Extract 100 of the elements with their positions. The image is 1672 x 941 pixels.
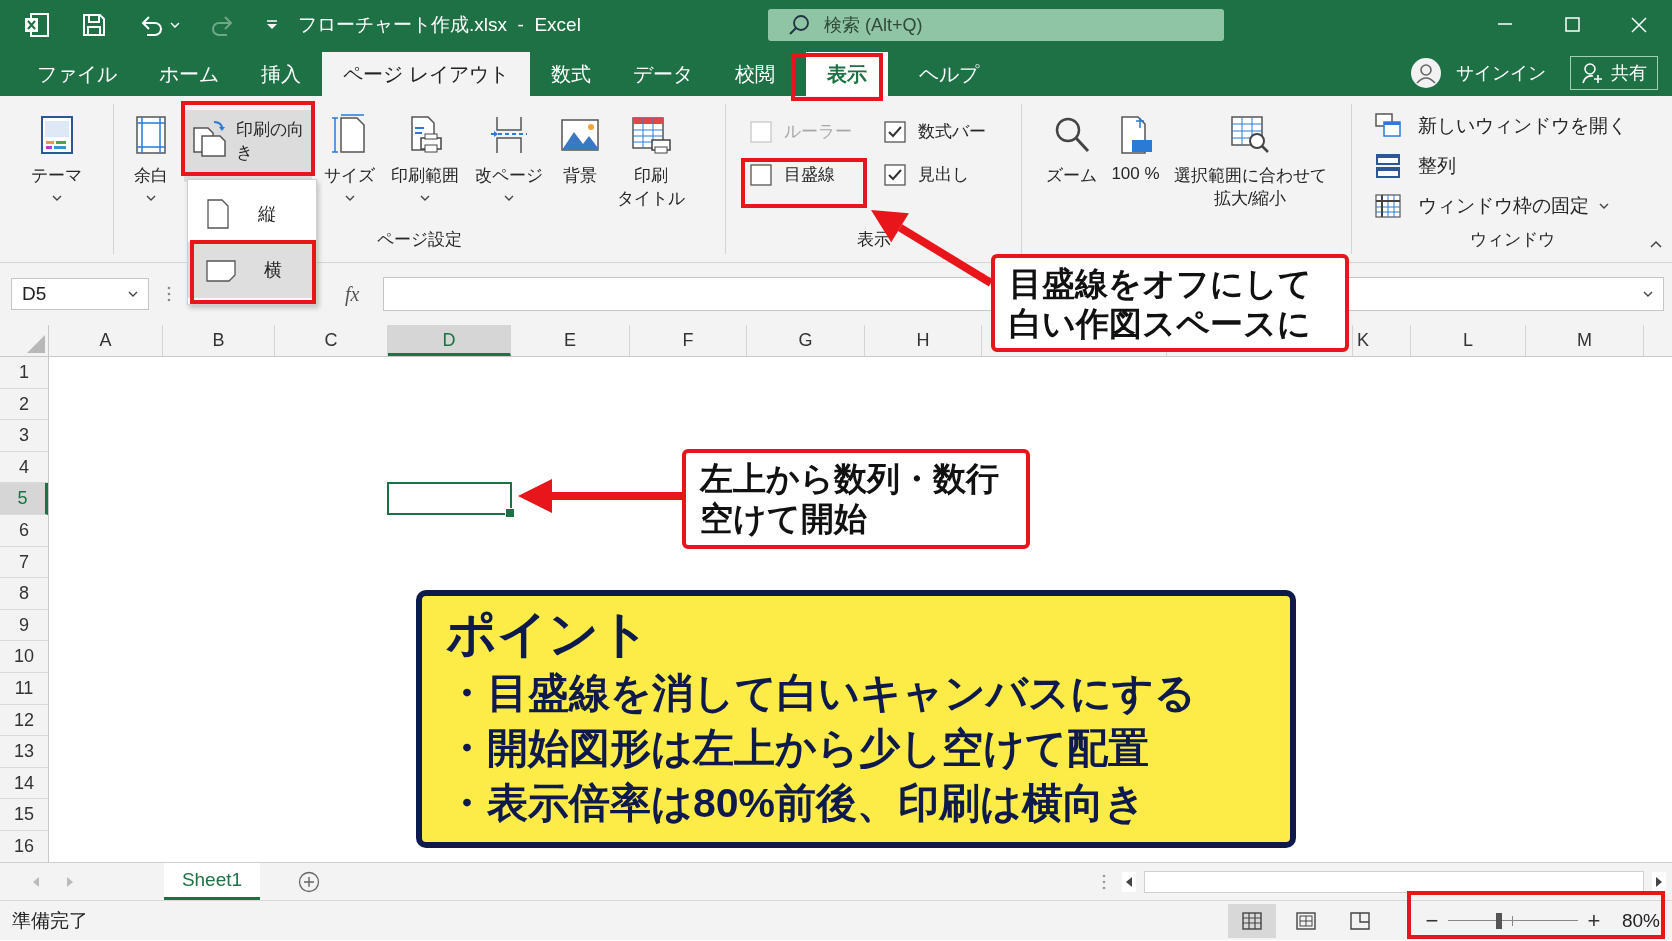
checkbox-icon [750, 163, 772, 186]
caret-icon[interactable] [170, 22, 180, 28]
customize-caret-icon[interactable] [266, 20, 278, 30]
caret-icon [51, 195, 62, 201]
checkbox-icon [884, 163, 906, 186]
scroll-left-icon[interactable] [1122, 871, 1136, 892]
status-text: 準備完了 [12, 908, 88, 933]
horizontal-scrollbar[interactable] [1144, 870, 1644, 893]
column-header[interactable]: H [865, 325, 982, 356]
ribbon-tab[interactable]: ホーム [138, 52, 240, 96]
row-header[interactable]: 11 [0, 672, 48, 705]
row-header[interactable]: 7 [0, 546, 48, 579]
column-header[interactable]: L [1411, 325, 1526, 356]
ribbon-button[interactable]: 新しいウィンドウを開く [1374, 112, 1672, 140]
ribbon-tab[interactable]: ページ レイアウト [322, 52, 530, 96]
search-icon [788, 14, 810, 36]
ribbon-button[interactable]: 印刷 タイトル [613, 110, 689, 228]
row-header[interactable]: 14 [0, 767, 48, 800]
share-button[interactable]: 共有 [1570, 56, 1658, 90]
ribbon-button[interactable]: 印刷範囲 [387, 110, 463, 228]
selected-cell[interactable] [387, 482, 512, 516]
row-header[interactable]: 8 [0, 578, 48, 610]
checkbox[interactable]: 数式バー [884, 120, 1004, 143]
tip-bullet: ・開始図形は左上から少し空けて配置 [446, 723, 1150, 773]
avatar-icon[interactable] [1410, 57, 1442, 89]
scroll-right-icon[interactable] [1652, 871, 1666, 892]
zoom-in-button[interactable]: + [1585, 907, 1602, 934]
column-header[interactable]: B [163, 325, 275, 356]
row-header[interactable]: 6 [0, 514, 48, 547]
ribbon-button[interactable]: 100 % [1107, 110, 1164, 228]
collapse-ribbon-icon[interactable] [1650, 240, 1662, 248]
column-header[interactable]: D [388, 325, 511, 356]
name-box[interactable]: D5 [11, 278, 149, 310]
caret-icon [504, 195, 514, 201]
column-header[interactable]: A [49, 325, 163, 356]
column-header[interactable]: G [747, 325, 865, 356]
row-header[interactable]: 9 [0, 609, 48, 642]
ribbon-button[interactable]: 余白 [126, 110, 176, 228]
ribbon-button[interactable]: 選択範囲に合わせて 拡大/縮小 [1169, 110, 1331, 228]
ribbon-tab[interactable]: データ [611, 52, 714, 96]
ribbon-tab[interactable]: 数式 [529, 52, 612, 96]
caret-icon [146, 195, 156, 201]
ribbon-tab[interactable]: ヘルプ [897, 52, 1000, 96]
page-break-view-icon [1349, 911, 1370, 930]
row-header[interactable]: 5 [0, 483, 48, 515]
row-header[interactable]: 2 [0, 388, 48, 421]
ribbon-button[interactable]: テーマ [27, 110, 86, 228]
row-header[interactable]: 15 [0, 799, 48, 831]
ribbon-button[interactable]: 印刷の向 き [184, 110, 312, 182]
ribbon-button[interactable]: ウィンドウ枠の固定 [1374, 192, 1672, 220]
tip-bullet: ・表示倍率は80%前後、印刷は横向き [446, 779, 1148, 829]
zoom-level[interactable]: 80% [1621, 909, 1660, 932]
sheet-tab[interactable]: Sheet1 [164, 863, 260, 900]
ribbon-tab[interactable]: 挿入 [240, 52, 322, 96]
grip-dots-icon [167, 286, 171, 302]
ribbon-tab[interactable]: ファイル [16, 52, 138, 96]
expand-caret-icon [1643, 291, 1653, 297]
zoom-slider[interactable] [1447, 910, 1578, 931]
column-header[interactable]: M [1526, 325, 1644, 356]
view-button[interactable] [1227, 903, 1276, 938]
maximize-icon[interactable] [1562, 16, 1581, 34]
callout-text: 目盛線をオフにして [1009, 264, 1313, 304]
row-header[interactable]: 13 [0, 736, 48, 768]
checkbox[interactable]: 見出し [884, 163, 1004, 186]
column-header[interactable]: E [511, 325, 630, 356]
zoom-out-button[interactable]: − [1423, 907, 1440, 934]
callout-text: 白い作図スペースに [1009, 303, 1312, 344]
ribbon-button[interactable]: 背景 [555, 110, 605, 228]
column-header[interactable]: K [1353, 325, 1411, 356]
checkbox[interactable]: 目盛線 [750, 163, 884, 186]
sign-in-link[interactable]: サインイン [1456, 61, 1546, 85]
ribbon-tab[interactable]: 校閲 [713, 52, 796, 96]
caret-icon [420, 195, 430, 201]
ribbon-button[interactable]: サイズ [320, 110, 379, 228]
insert-function-button[interactable]: fx [345, 282, 360, 306]
save-icon[interactable] [80, 11, 108, 39]
person-add-icon [1581, 62, 1603, 84]
page-break-icon [488, 114, 530, 156]
close-icon[interactable] [1629, 16, 1648, 34]
add-sheet-icon[interactable] [298, 870, 320, 893]
tip-title: ポイント [446, 606, 651, 664]
ribbon-button[interactable]: 改ページ [471, 110, 547, 228]
ribbon-button[interactable]: ズーム [1042, 110, 1102, 228]
menu-item[interactable]: 縦 [188, 186, 316, 242]
row-header[interactable]: 3 [0, 420, 48, 452]
print-titles-icon [630, 114, 672, 156]
ribbon-button[interactable]: 整列 [1374, 152, 1672, 180]
slider-thumb[interactable] [1495, 912, 1502, 929]
excel-logo-icon[interactable] [22, 11, 50, 39]
grip-dots-icon [1102, 873, 1106, 890]
row-header[interactable]: 1 [0, 357, 48, 389]
tip-bullet: ・目盛線を消して白いキャンバスにする [446, 668, 1197, 718]
checkbox-icon [750, 120, 772, 143]
checkbox-icon [884, 120, 906, 143]
search-field[interactable]: 検索 (Alt+Q) [768, 9, 1224, 41]
freeze-panes-icon [1374, 192, 1402, 220]
row-header[interactable]: 10 [0, 641, 48, 673]
column-header[interactable]: F [630, 325, 747, 356]
row-header[interactable]: 12 [0, 704, 48, 737]
page-layout-view-icon [1295, 911, 1316, 930]
